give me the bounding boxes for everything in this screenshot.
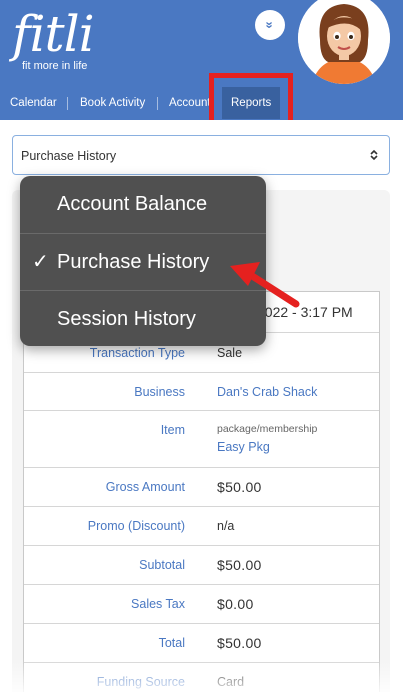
row-label: Promo (Discount) xyxy=(87,519,185,533)
row-label: Sales Tax xyxy=(131,597,185,611)
nav-separator xyxy=(67,97,68,110)
item-type: package/membership xyxy=(217,423,318,435)
double-chevron-down-icon: » xyxy=(262,21,278,29)
avatar-illustration xyxy=(298,0,390,84)
row-value: n/a xyxy=(217,519,235,533)
table-row: Business Dan's Crab Shack xyxy=(24,372,379,410)
checkmark-icon: ✓ xyxy=(32,251,49,273)
item-link[interactable]: Easy Pkg xyxy=(217,440,270,454)
table-row: Promo (Discount) n/a xyxy=(24,506,379,545)
row-value: $0.00 xyxy=(217,596,254,612)
menu-item-label: Session History xyxy=(57,308,196,330)
row-label: Total xyxy=(158,636,185,650)
transaction-table: 2022 - 3:17 PM Transaction Type Sale Bus… xyxy=(23,291,380,692)
row-label: Funding Source xyxy=(96,675,185,689)
main-nav: Calendar Book Activity Account Reports xyxy=(0,87,403,120)
row-value: $50.00 xyxy=(217,635,262,651)
row-label: Gross Amount xyxy=(105,480,185,494)
row-value: Card xyxy=(217,675,245,689)
report-type-select[interactable]: Purchase History xyxy=(12,135,390,175)
collapse-header-button[interactable]: » xyxy=(255,10,285,40)
report-type-select-value: Purchase History xyxy=(21,149,117,163)
annotation-arrow xyxy=(230,262,300,308)
row-value: $50.00 xyxy=(217,479,262,495)
menu-item-account-balance[interactable]: Account Balance xyxy=(20,176,266,233)
row-label: Business xyxy=(134,385,185,399)
nav-separator xyxy=(157,97,158,110)
row-value: $50.00 xyxy=(217,557,262,573)
app-header: fitli fit more in life » Calendar Book A… xyxy=(0,0,403,120)
business-link[interactable]: Dan's Crab Shack xyxy=(217,385,317,399)
table-row: Sales Tax $0.00 xyxy=(24,584,379,623)
menu-item-label: Account Balance xyxy=(57,193,208,215)
table-row: Gross Amount $50.00 xyxy=(24,467,379,506)
app-page: fitli fit more in life » Calendar Book A… xyxy=(0,0,403,692)
row-label: Item xyxy=(160,423,185,437)
table-row: Item package/membership Easy Pkg xyxy=(24,410,379,467)
row-value: Sale xyxy=(217,346,243,360)
menu-item-label: Purchase History xyxy=(57,251,210,273)
tagline: fit more in life xyxy=(22,60,88,72)
up-down-chevron-icon xyxy=(369,136,379,176)
row-label: Subtotal xyxy=(139,558,185,572)
avatar[interactable] xyxy=(298,0,390,84)
table-row: Funding Source Card xyxy=(24,662,379,692)
nav-item-calendar[interactable]: Calendar xyxy=(10,88,57,118)
nav-item-account[interactable]: Account xyxy=(169,88,211,118)
logo[interactable]: fitli xyxy=(12,2,95,66)
table-row: Total $50.00 xyxy=(24,623,379,662)
nav-item-book-activity[interactable]: Book Activity xyxy=(80,88,145,118)
row-label: Transaction Type xyxy=(89,346,185,360)
table-row: Subtotal $50.00 xyxy=(24,545,379,584)
